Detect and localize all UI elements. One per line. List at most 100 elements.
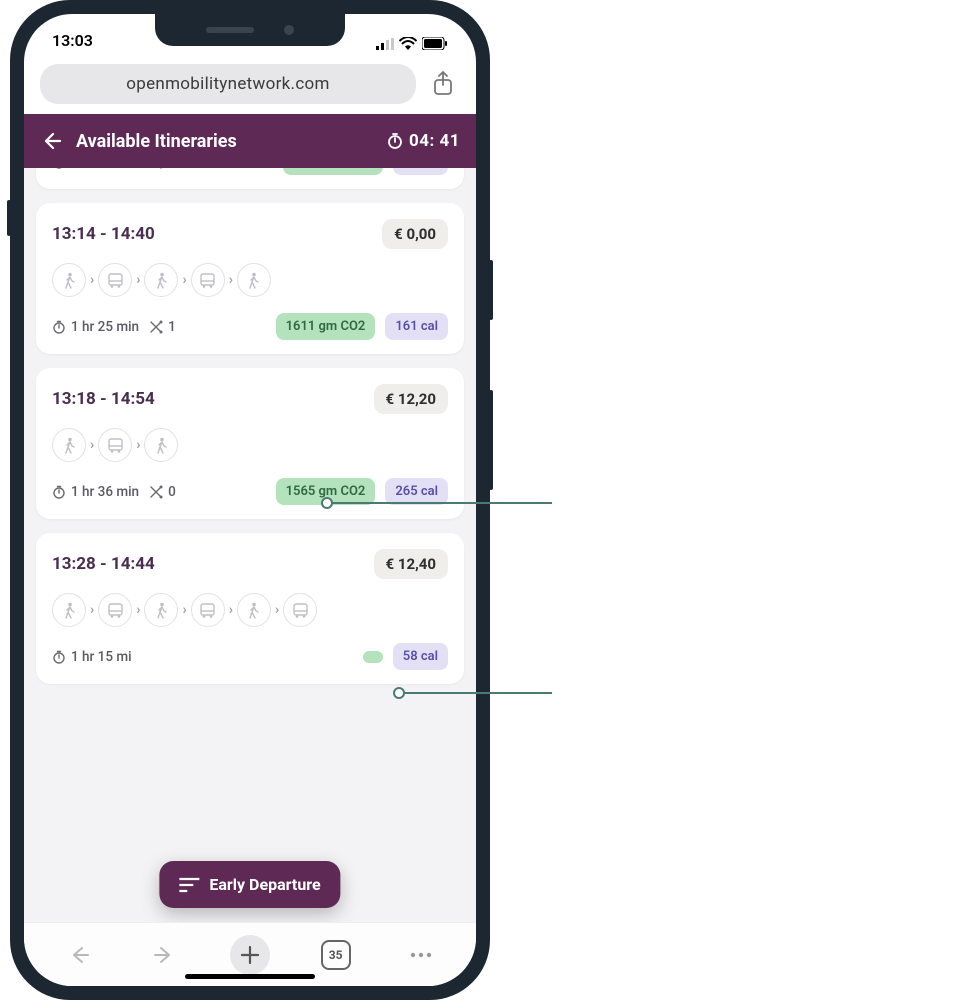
arrow-right-icon [153, 944, 175, 966]
page-title: Available Itineraries [76, 131, 373, 152]
transfers-value: 2 [168, 168, 176, 170]
transfers-stat: 0 [149, 484, 176, 500]
chevron-right-icon: › [182, 272, 186, 288]
calories-badge: 58 cal [393, 168, 448, 175]
duration-value: 1 hr 36 min [71, 484, 139, 500]
time-range: 13:14 - 14:40 [52, 224, 155, 244]
time-range: 13:18 - 14:54 [52, 389, 155, 409]
new-tab-button[interactable] [230, 935, 270, 975]
transfers-stat: 2 [149, 168, 176, 170]
walk-icon [52, 428, 86, 462]
stopwatch-icon [52, 320, 66, 334]
duration-stat: 1 hr 15 mi [52, 649, 132, 665]
chevron-right-icon: › [90, 437, 94, 453]
transfers-icon [149, 168, 163, 169]
price-badge: € 12,40 [374, 549, 448, 579]
duration-stat: 1 hr 36 min [52, 484, 139, 500]
walk-icon [144, 428, 178, 462]
stopwatch-icon [52, 485, 66, 499]
bus-icon [98, 593, 132, 627]
journey-steps: › › › › › [52, 593, 448, 627]
chevron-right-icon: › [136, 437, 140, 453]
bus-icon [191, 593, 225, 627]
chevron-right-icon: › [90, 272, 94, 288]
transfers-icon [149, 485, 163, 499]
browser-back-button[interactable] [59, 935, 99, 975]
annotation-line [399, 692, 552, 694]
status-icons [376, 37, 448, 50]
price-badge: € 0,00 [382, 219, 448, 249]
itinerary-card[interactable]: › › › › › 1 hr 10 min [36, 168, 464, 189]
url-field[interactable]: openmobilitynetwork.com [40, 64, 416, 104]
sort-button[interactable]: Early Departure [159, 861, 340, 908]
share-button[interactable] [426, 67, 460, 101]
back-icon[interactable] [40, 130, 62, 152]
timer-value: 04: 41 [409, 131, 460, 151]
calories-badge: 58 cal [393, 643, 448, 670]
duration-stat: 1 hr 25 min [52, 319, 139, 335]
walk-icon [52, 593, 86, 627]
cellular-icon [376, 38, 394, 50]
walk-icon [237, 263, 271, 297]
wifi-icon [399, 37, 417, 50]
browser-forward-button[interactable] [144, 935, 184, 975]
bus-icon [283, 593, 317, 627]
share-icon [432, 71, 454, 97]
bus-icon [191, 263, 225, 297]
transfers-stat: 1 [149, 319, 176, 335]
co2-badge: 1655 gm CO2 [283, 168, 383, 175]
walk-icon [237, 593, 271, 627]
walk-icon [144, 263, 178, 297]
stopwatch-icon [52, 168, 66, 169]
annotation-line [327, 502, 552, 504]
phone-side-button [7, 200, 11, 236]
more-icon [410, 952, 432, 958]
chevron-right-icon: › [136, 602, 140, 618]
sort-label: Early Departure [209, 875, 320, 894]
bus-icon [98, 263, 132, 297]
phone-frame: 13:03 openmobilitynetwork.com Available … [10, 0, 490, 1000]
chevron-right-icon: › [182, 602, 186, 618]
stopwatch-icon [52, 650, 66, 664]
browser-url-bar: openmobilitynetwork.com [24, 52, 476, 114]
chevron-right-icon: › [275, 602, 279, 618]
calories-badge: 265 cal [385, 478, 448, 505]
session-timer: 04: 41 [387, 131, 460, 151]
phone-notch [155, 14, 345, 46]
itinerary-card[interactable]: 13:18 - 14:54 € 12,20 › › 1 hr 36 min [36, 368, 464, 519]
home-indicator [185, 974, 315, 979]
sort-icon [179, 877, 199, 893]
time-range: 13:28 - 14:44 [52, 554, 155, 574]
co2-badge [363, 651, 383, 663]
duration-stat: 1 hr 10 min [52, 168, 139, 170]
browser-menu-button[interactable] [401, 935, 441, 975]
price-badge: € 12,20 [374, 384, 448, 414]
journey-steps: › › [52, 428, 448, 462]
journey-steps: › › › › [52, 263, 448, 297]
transfers-icon [149, 320, 163, 334]
walk-icon [52, 263, 86, 297]
chevron-right-icon: › [90, 602, 94, 618]
chevron-right-icon: › [229, 272, 233, 288]
phone-side-button [489, 260, 493, 320]
co2-badge: 1611 gm CO2 [276, 313, 376, 340]
transfers-value: 0 [168, 484, 176, 500]
phone-screen: 13:03 openmobilitynetwork.com Available … [24, 14, 476, 986]
duration-value: 1 hr 15 mi [71, 649, 132, 665]
app-header: Available Itineraries 04: 41 [24, 114, 476, 168]
tabs-button[interactable]: 35 [316, 935, 356, 975]
chevron-right-icon: › [136, 272, 140, 288]
phone-side-button [489, 390, 493, 490]
status-time: 13:03 [52, 31, 93, 50]
duration-value: 1 hr 10 min [71, 168, 139, 170]
transfers-value: 1 [168, 319, 176, 335]
duration-value: 1 hr 25 min [71, 319, 139, 335]
itinerary-card[interactable]: 13:28 - 14:44 € 12,40 › › › › › [36, 533, 464, 684]
calories-badge: 161 cal [385, 313, 448, 340]
chevron-right-icon: › [229, 602, 233, 618]
itinerary-list[interactable]: › › › › › 1 hr 10 min [24, 168, 476, 922]
itinerary-card[interactable]: 13:14 - 14:40 € 0,00 › › › › [36, 203, 464, 354]
url-text: openmobilitynetwork.com [126, 74, 330, 94]
arrow-left-icon [68, 944, 90, 966]
stopwatch-icon [387, 133, 403, 149]
